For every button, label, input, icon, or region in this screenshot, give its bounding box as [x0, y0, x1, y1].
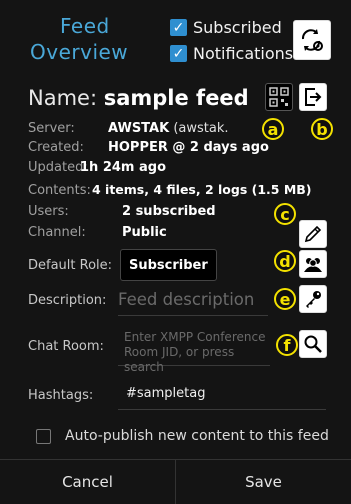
server-host: (awstak.	[169, 121, 229, 136]
default-role-label: Default Role:	[28, 258, 113, 273]
created-label: Created:	[28, 140, 84, 155]
description-placeholder: Feed description	[118, 290, 255, 309]
qr-code-button[interactable]	[265, 83, 293, 111]
checkmark-icon: ✓	[170, 45, 187, 62]
search-chat-room-button[interactable]	[299, 330, 327, 358]
channel-label: Channel:	[28, 225, 86, 240]
chat-room-label: Chat Room:	[28, 339, 104, 354]
default-role-select[interactable]: Subscriber	[120, 249, 217, 281]
created-row: Created: HOPPER @ 2 days ago	[28, 140, 269, 155]
feed-name: sample feed	[103, 86, 249, 110]
users-value: 2 subscribed	[122, 204, 216, 219]
chat-room-placeholder: Enter XMPP Conference Room JID, or press…	[124, 330, 266, 374]
callout-a: a	[262, 118, 284, 140]
created-value: HOPPER @ 2 days ago	[108, 140, 269, 155]
callout-b: b	[311, 118, 333, 140]
name-row: Name: sample feed	[28, 86, 249, 110]
sync-settings-button[interactable]	[293, 20, 331, 60]
key-icon	[306, 291, 321, 308]
page-title-line2: Overview	[30, 40, 129, 64]
callout-c: c	[274, 203, 296, 225]
export-icon	[305, 88, 322, 106]
autopublish-label: Auto-publish new content to this feed	[65, 428, 329, 444]
refresh-gear-icon	[301, 29, 323, 51]
name-label: Name:	[28, 86, 98, 110]
passphrase-button[interactable]	[299, 285, 327, 313]
server-label: Server:	[28, 121, 75, 136]
edit-button[interactable]	[299, 220, 327, 248]
description-label: Description:	[28, 293, 107, 308]
contents-row: Contents:4 items, 4 files, 2 logs (1.5 M…	[28, 182, 312, 198]
manage-users-button[interactable]	[299, 250, 327, 278]
server-row: Server: AWSTAK (awstak.	[28, 121, 229, 136]
callout-e: e	[274, 288, 296, 310]
callout-d: d	[274, 250, 296, 272]
autopublish-checkbox[interactable]: Auto-publish new content to this feed	[36, 428, 329, 444]
chat-room-input[interactable]: Enter XMPP Conference Room JID, or press…	[118, 328, 270, 374]
callout-f: f	[276, 334, 298, 356]
contents-value: 4 items, 4 files, 2 logs (1.5 MB)	[92, 182, 312, 197]
notifications-label: Notifications	[193, 44, 294, 63]
updated-row: Updated:1h 24m ago	[28, 160, 166, 175]
cancel-button[interactable]: Cancel	[0, 460, 176, 504]
server-value: AWSTAK	[108, 121, 170, 136]
subscribed-label: Subscribed	[193, 18, 282, 37]
pencil-icon	[304, 225, 322, 243]
share-export-button[interactable]	[299, 83, 327, 111]
subscribed-checkbox[interactable]: ✓ Subscribed	[170, 18, 282, 37]
hashtags-label: Hashtags:	[28, 388, 94, 403]
hashtags-input[interactable]: #sampletag	[118, 378, 326, 410]
page-title-line1: Feed	[60, 14, 110, 38]
channel-row: Channel: Public	[28, 225, 167, 240]
checkmark-icon: ✓	[170, 19, 187, 36]
qr-code-icon	[269, 87, 289, 107]
updated-value: 1h 24m ago	[80, 160, 166, 175]
checkbox-box-icon	[36, 428, 51, 444]
description-input[interactable]: Feed description	[118, 284, 268, 316]
dialog-button-bar: Cancel Save	[0, 459, 351, 504]
updated-label: Updated:	[28, 160, 88, 175]
channel-value: Public	[122, 225, 167, 240]
users-row: Users: 2 subscribed	[28, 204, 216, 219]
save-button[interactable]: Save	[176, 460, 351, 504]
contents-label: Contents:	[28, 183, 91, 198]
users-icon	[304, 258, 322, 272]
users-label: Users:	[28, 204, 69, 219]
notifications-checkbox[interactable]: ✓ Notifications	[170, 44, 293, 63]
search-icon	[304, 335, 322, 353]
